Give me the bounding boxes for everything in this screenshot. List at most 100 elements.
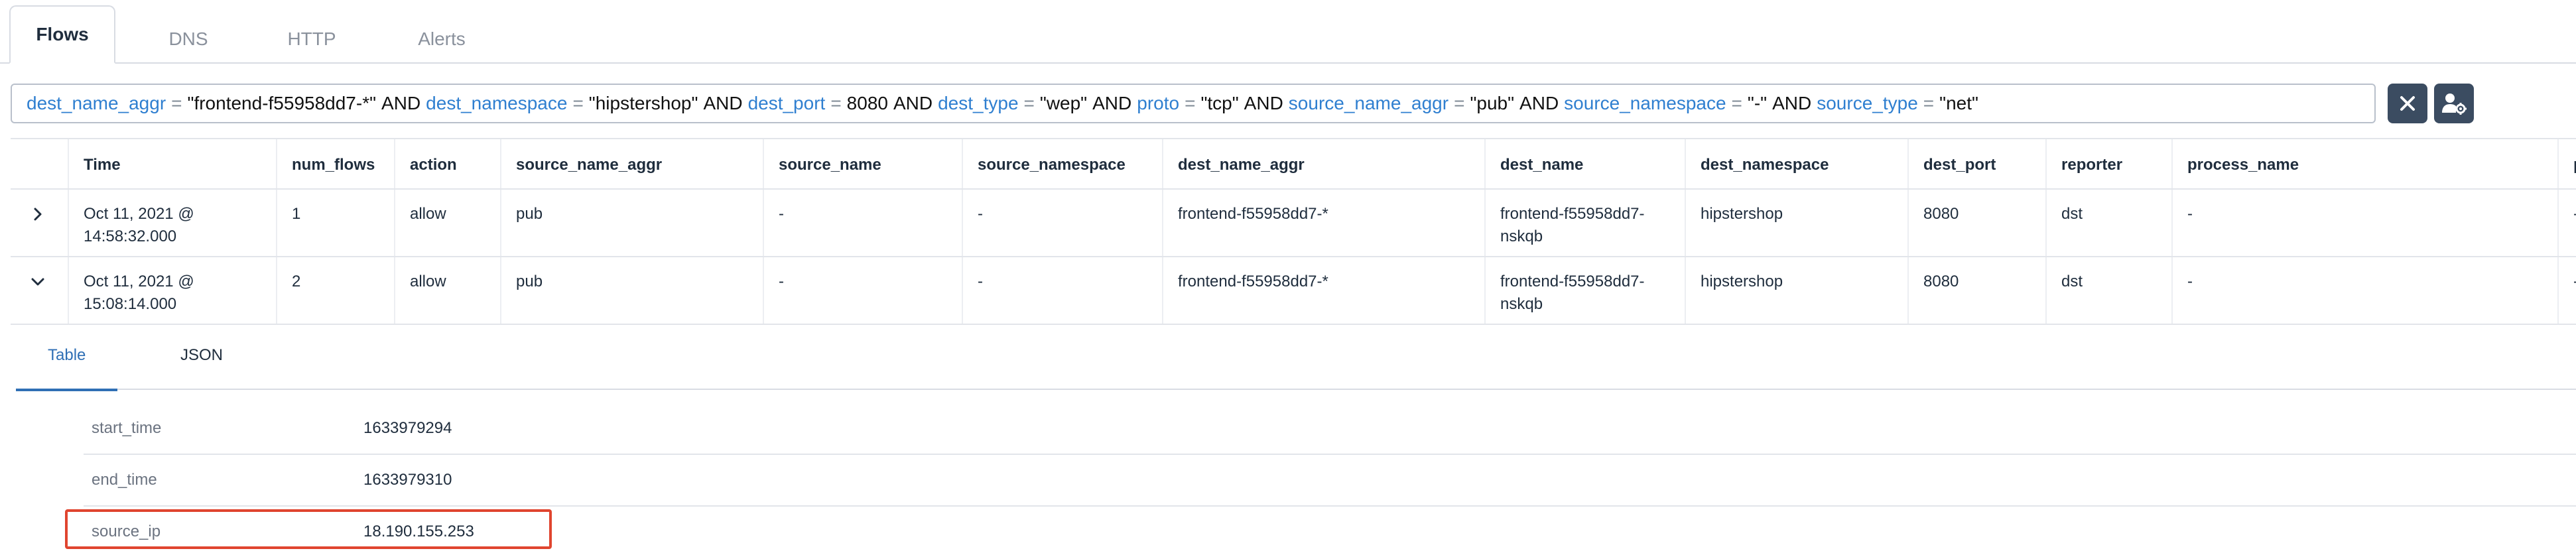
cell-num-flows: 1 [276, 190, 394, 256]
user-settings-icon [2442, 93, 2467, 115]
query-joiner: AND [1244, 93, 1283, 113]
query-value: "pub" [1470, 93, 1515, 113]
query-joiner: AND [703, 93, 743, 113]
cell-process-name: - [2171, 257, 2557, 324]
chevron-right-icon [34, 208, 42, 221]
query-operator: = [1454, 93, 1465, 113]
expand-row-toggle[interactable] [11, 257, 68, 324]
query-field-name: source_namespace [1564, 93, 1726, 113]
cell-dest-name-aggr: frontend-f55958dd7-* [1162, 190, 1484, 256]
column-header-dest-namespace[interactable]: dest_namespace [1685, 139, 1907, 188]
cell-source-name: - [763, 190, 962, 256]
query-operator: = [1023, 93, 1035, 113]
query-field-name: proto [1137, 93, 1180, 113]
cell-source-name-aggr: pub [500, 190, 763, 256]
user-settings-button[interactable] [2434, 84, 2474, 123]
table-header-row: Time num_flows action source_name_aggr sourc… [11, 138, 2576, 190]
query-value: "-" [1747, 93, 1768, 113]
query-operator: = [572, 93, 584, 113]
tab-http[interactable]: HTTP [264, 15, 359, 64]
tab-dns[interactable]: DNS [143, 15, 233, 64]
column-header-dest-port[interactable]: dest_port [1907, 139, 2045, 188]
column-header-time[interactable]: Time [68, 139, 276, 188]
query-input[interactable]: dest_name_aggr = "frontend-f55958dd7-*" AND… [11, 84, 2376, 123]
column-header-source-name[interactable]: source_name [763, 139, 962, 188]
tab-table[interactable]: Table [16, 346, 118, 391]
query-operator: = [1185, 93, 1196, 113]
column-header-reporter[interactable]: reporter [2045, 139, 2171, 188]
close-icon [2400, 96, 2415, 111]
query-field-name: source_type [1817, 93, 1918, 113]
field-value: 18.190.155.253 [363, 523, 474, 540]
cell-time: Oct 11, 2021 @ 14:58:32.000 [68, 190, 276, 256]
query-operator: = [830, 93, 842, 113]
cell-reporter: dst [2045, 190, 2171, 256]
query-operator: = [1731, 93, 1742, 113]
column-header-num-flows[interactable]: num_flows [276, 139, 394, 188]
query-field-name: dest_port [747, 93, 826, 113]
cell-dest-name: frontend-f55958dd7- nskqb [1484, 257, 1685, 324]
detail-field-row: start_time 1633979294 [84, 404, 2576, 455]
cell-dest-namespace: hipstershop [1685, 190, 1907, 256]
query-joiner: AND [893, 93, 933, 113]
field-key: source_ip [92, 523, 161, 540]
clear-query-button[interactable] [2388, 84, 2427, 123]
table-row[interactable]: Oct 11, 2021 @ 14:58:32.000 1 allow pub - - fr… [11, 190, 2576, 257]
cell-dest-port: 8080 [1907, 257, 2045, 324]
query-joiner: AND [381, 93, 421, 113]
tab-alerts[interactable]: Alerts [391, 15, 492, 64]
column-header-source-namespace[interactable]: source_namespace [962, 139, 1162, 188]
cell-action: allow [394, 190, 500, 256]
table-row[interactable]: Oct 11, 2021 @ 15:08:14.000 2 allow pub - - fr… [11, 257, 2576, 325]
cell-dest-namespace: hipstershop [1685, 257, 1907, 324]
cell-dest-name: frontend-f55958dd7- nskqb [1484, 190, 1685, 256]
column-header-action[interactable]: action [394, 139, 500, 188]
expand-row-toggle[interactable] [11, 190, 68, 256]
query-value: 8080 [846, 93, 888, 113]
query-joiner: AND [1772, 93, 1812, 113]
cell-action: allow [394, 257, 500, 324]
query-value: "hipstershop" [588, 93, 698, 113]
query-field-name: source_name_aggr [1288, 93, 1449, 113]
detail-field-row: source_ip 18.190.155.253 [84, 508, 2576, 557]
cell-time: Oct 11, 2021 @ 15:08:14.000 [68, 257, 276, 324]
query-joiner: AND [1092, 93, 1132, 113]
query-joiner: AND [1519, 93, 1559, 113]
detail-tabs: Table JSON [16, 328, 2576, 391]
field-value: 1633979310 [363, 471, 452, 489]
column-header-dest-name[interactable]: dest_name [1484, 139, 1685, 188]
row-detail-panel: Table JSON start_time 1633979294 end_tim… [11, 328, 2576, 557]
tabs-divider [0, 62, 2576, 64]
column-header-more[interactable]: p [2557, 139, 2576, 188]
main-tabs: Flows DNS HTTP Alerts [0, 0, 2576, 64]
flows-table: Time num_flows action source_name_aggr sourc… [11, 138, 2576, 325]
tab-json[interactable]: JSON [149, 346, 255, 389]
field-value: 1633979294 [363, 419, 452, 437]
cell-dest-name-aggr: frontend-f55958dd7-* [1162, 257, 1484, 324]
flow-logs-app: Flows DNS HTTP Alerts dest_name_aggr = "fr… [0, 0, 2576, 557]
cell-source-namespace: - [962, 257, 1162, 324]
cell-more: - [2557, 257, 2576, 324]
field-key: end_time [92, 471, 157, 489]
cell-num-flows: 2 [276, 257, 394, 324]
detail-tabs-divider [16, 389, 2576, 390]
column-header-dest-name-aggr[interactable]: dest_name_aggr [1162, 139, 1484, 188]
cell-reporter: dst [2045, 257, 2171, 324]
query-value: "net" [1939, 93, 1978, 113]
query-operator: = [171, 93, 182, 113]
detail-field-row: end_time 1633979310 [84, 456, 2576, 507]
cell-source-namespace: - [962, 190, 1162, 256]
query-value: "frontend-f55958dd7-*" [187, 93, 377, 113]
cell-source-name-aggr: pub [500, 257, 763, 324]
column-header-source-name-aggr[interactable]: source_name_aggr [500, 139, 763, 188]
column-header-expand [11, 139, 68, 188]
tab-flows[interactable]: Flows [9, 5, 115, 64]
cell-more: - [2557, 190, 2576, 256]
column-header-process-name[interactable]: process_name [2171, 139, 2557, 188]
chevron-down-icon [31, 278, 44, 286]
query-value: "tcp" [1200, 93, 1239, 113]
query-field-name: dest_namespace [426, 93, 568, 113]
query-value: "wep" [1039, 93, 1088, 113]
query-field-name: dest_type [938, 93, 1019, 113]
cell-dest-port: 8080 [1907, 190, 2045, 256]
